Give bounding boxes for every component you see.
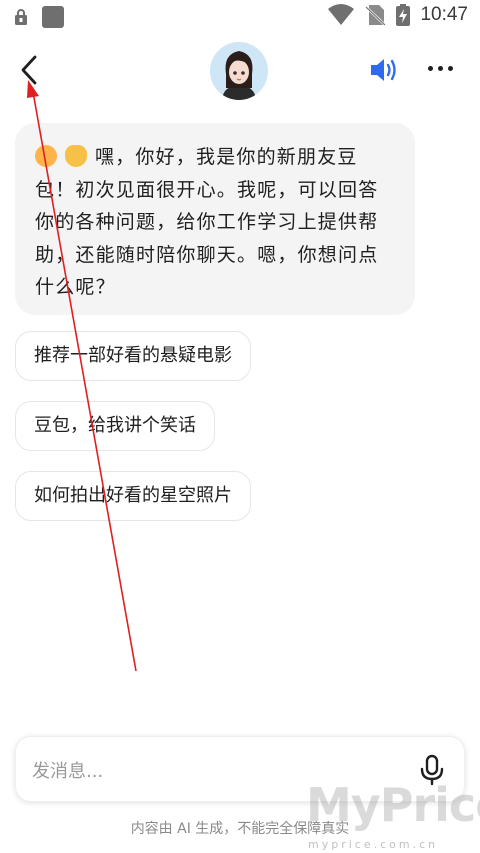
message-text: 嘿，你好，我是你的新朋友豆 bbox=[95, 146, 358, 168]
suggestion-chip[interactable]: 如何拍出好看的星空照片 bbox=[15, 471, 251, 521]
microphone-button[interactable] bbox=[418, 754, 446, 786]
message-line: 你的各种问题，给你工作学习上提供帮 bbox=[35, 211, 379, 233]
wifi-icon bbox=[328, 4, 355, 25]
message-input-box bbox=[15, 736, 465, 802]
back-button[interactable] bbox=[14, 54, 46, 86]
ai-disclaimer: 内容由 AI 生成，不能完全保障真实 bbox=[130, 821, 350, 837]
assistant-avatar-icon bbox=[210, 42, 268, 100]
chat-header bbox=[0, 40, 480, 104]
more-button[interactable] bbox=[428, 66, 453, 71]
lock-icon bbox=[15, 9, 27, 25]
avatar[interactable] bbox=[210, 42, 268, 100]
more-icon-dot bbox=[448, 66, 453, 71]
message-input[interactable] bbox=[30, 755, 394, 787]
assistant-message-bubble: 嘿，你好，我是你的新朋友豆 包！初次见面很开心。我呢，可以回答 你的各种问题，给… bbox=[15, 123, 415, 315]
app-icon bbox=[42, 6, 64, 28]
microphone-icon bbox=[420, 754, 444, 786]
status-bar: 10:47 bbox=[0, 0, 480, 34]
message-line: 什么呢？ bbox=[35, 276, 116, 298]
more-icon-dot bbox=[428, 66, 433, 71]
speaker-icon bbox=[371, 59, 396, 81]
suggestion-chip[interactable]: 推荐一部好看的悬疑电影 bbox=[15, 331, 251, 381]
message-line: 嘿，你好，我是你的新朋友豆 bbox=[35, 141, 397, 174]
more-icon-dot bbox=[438, 66, 443, 71]
no-sim-icon bbox=[365, 5, 387, 26]
watermark-domain: myprice.com.cn bbox=[308, 838, 439, 851]
speaker-button[interactable] bbox=[368, 56, 400, 84]
smile-emoji-icon bbox=[35, 145, 57, 167]
battery-charging-icon bbox=[396, 4, 411, 26]
chevron-left-icon bbox=[21, 55, 37, 85]
wave-emoji-icon bbox=[65, 145, 87, 167]
suggestion-chip[interactable]: 豆包，给我讲个笑话 bbox=[15, 401, 215, 451]
message-line: 助，还能随时陪你聊天。嗯，你想问点 bbox=[35, 243, 379, 266]
message-line: 包！初次见面很开心。我呢，可以回答 bbox=[35, 178, 379, 201]
status-time: 10:47 bbox=[420, 4, 468, 25]
